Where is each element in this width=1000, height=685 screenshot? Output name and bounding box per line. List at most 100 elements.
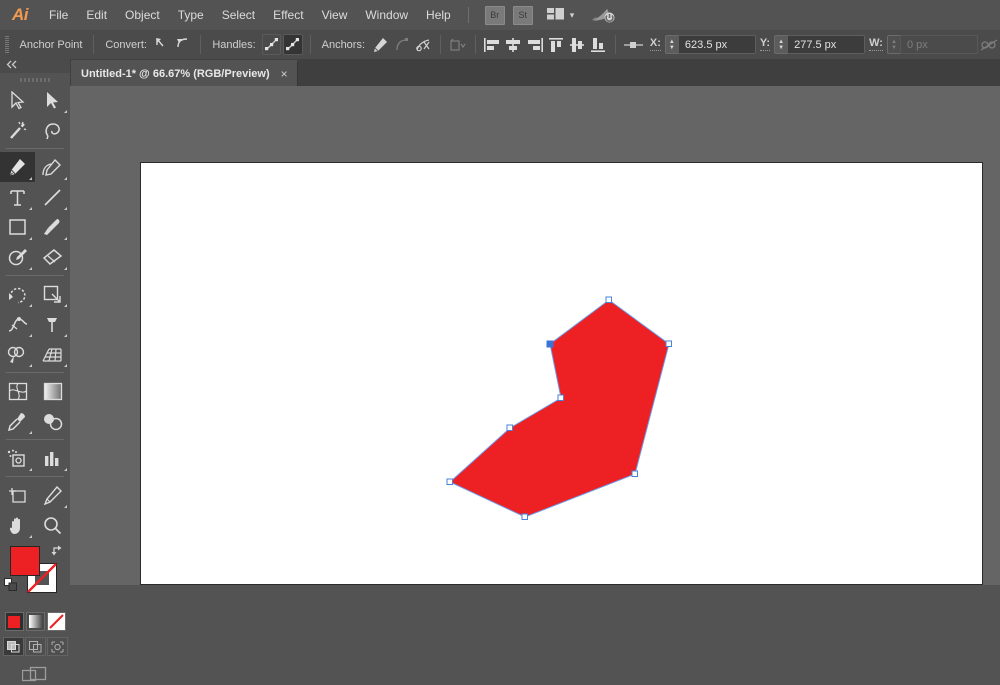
eraser-tool[interactable] xyxy=(35,242,70,272)
screen-mode-button[interactable] xyxy=(0,666,70,685)
magic-wand-tool[interactable] xyxy=(0,115,35,145)
transform-handle-icon xyxy=(623,34,645,55)
align-center-horizontal-button[interactable] xyxy=(504,34,523,55)
width-tool[interactable] xyxy=(0,309,35,339)
y-coordinate-group[interactable]: Y: ▲▼ 277.5 px xyxy=(760,35,865,54)
column-graph-tool[interactable] xyxy=(35,443,70,473)
hand-tool[interactable] xyxy=(0,510,35,540)
curvature-tool[interactable] xyxy=(35,152,70,182)
line-segment-tool[interactable] xyxy=(35,182,70,212)
mesh-tool[interactable] xyxy=(0,376,35,406)
menu-file[interactable]: File xyxy=(40,0,77,30)
collapse-panel-icon[interactable] xyxy=(6,60,18,72)
link-dimensions-toggle[interactable] xyxy=(979,34,999,55)
width-input: 0 px xyxy=(900,35,978,54)
lasso-tool[interactable] xyxy=(35,115,70,145)
blend-tool[interactable] xyxy=(35,406,70,436)
anchor-point[interactable] xyxy=(666,341,672,347)
canvas-area[interactable] xyxy=(70,86,1000,585)
drawing-mode-buttons xyxy=(0,637,70,656)
isolate-selected-object-button[interactable] xyxy=(448,34,468,55)
tool-flyout-indicator xyxy=(64,364,67,367)
control-bar-grip[interactable] xyxy=(5,36,9,53)
anchor-point[interactable] xyxy=(522,514,528,520)
perspective-grid-tool[interactable] xyxy=(35,339,70,369)
align-bottom-button[interactable] xyxy=(589,34,608,55)
direct-selection-tool[interactable] xyxy=(35,85,70,115)
tool-flyout-indicator xyxy=(29,364,32,367)
pen-tool[interactable] xyxy=(0,152,35,182)
align-right-button[interactable] xyxy=(525,34,544,55)
menu-help[interactable]: Help xyxy=(417,0,460,30)
y-coordinate-input[interactable]: 277.5 px xyxy=(787,35,865,54)
menu-effect[interactable]: Effect xyxy=(264,0,312,30)
gradient-tool[interactable] xyxy=(35,376,70,406)
tools-panel-header[interactable] xyxy=(0,59,70,73)
swap-fill-stroke-icon[interactable] xyxy=(50,544,64,561)
scale-tool[interactable] xyxy=(35,279,70,309)
color-button[interactable] xyxy=(5,612,24,631)
width-group[interactable]: W: ▲▼ 0 px xyxy=(869,35,978,54)
paintbrush-tool[interactable] xyxy=(35,212,70,242)
rotate-tool[interactable] xyxy=(0,279,35,309)
show-handles-button[interactable] xyxy=(262,34,282,55)
draw-inside-button[interactable] xyxy=(47,637,68,656)
shape-builder-tool[interactable] xyxy=(0,339,35,369)
cut-path-button[interactable] xyxy=(414,34,433,55)
slice-tool[interactable] xyxy=(35,480,70,510)
artwork-layer[interactable] xyxy=(70,86,1000,585)
zoom-tool[interactable] xyxy=(35,510,70,540)
fill-color-swatch[interactable] xyxy=(10,546,40,576)
anchor-point[interactable] xyxy=(632,471,638,477)
y-stepper[interactable]: ▲▼ xyxy=(774,35,787,54)
align-center-vertical-button[interactable] xyxy=(568,34,587,55)
convert-to-corner-button[interactable] xyxy=(153,34,172,55)
type-tool[interactable] xyxy=(0,182,35,212)
rocket-launch-button[interactable] xyxy=(590,6,616,24)
red-polygon-path[interactable] xyxy=(450,300,669,517)
bridge-button[interactable]: Br xyxy=(485,6,505,25)
menu-object[interactable]: Object xyxy=(116,0,169,30)
menu-type[interactable]: Type xyxy=(169,0,213,30)
gradient-button[interactable] xyxy=(26,612,45,631)
default-fill-stroke-icon[interactable] xyxy=(4,578,18,595)
anchors-label: Anchors: xyxy=(317,39,370,51)
x-coordinate-input[interactable]: 623.5 px xyxy=(678,35,756,54)
anchor-point-selected[interactable] xyxy=(547,341,553,347)
stock-button[interactable]: St xyxy=(513,6,533,25)
hide-handles-button[interactable] xyxy=(283,34,303,55)
symbol-sprayer-tool[interactable] xyxy=(0,443,35,473)
menu-view[interactable]: View xyxy=(313,0,357,30)
menu-window[interactable]: Window xyxy=(356,0,417,30)
shaper-tool[interactable] xyxy=(0,242,35,272)
none-button[interactable] xyxy=(47,612,66,631)
tool-flyout-indicator xyxy=(64,110,67,113)
width-stepper: ▲▼ xyxy=(887,35,900,54)
selection-tool[interactable] xyxy=(0,85,35,115)
menu-select[interactable]: Select xyxy=(213,0,264,30)
tools-panel-grip[interactable] xyxy=(20,78,50,82)
eyedropper-tool[interactable] xyxy=(0,406,35,436)
menu-divider xyxy=(468,7,469,23)
align-left-button[interactable] xyxy=(483,34,502,55)
menu-edit[interactable]: Edit xyxy=(77,0,116,30)
draw-behind-button[interactable] xyxy=(25,637,46,656)
free-transform-tool[interactable] xyxy=(35,309,70,339)
illustrator-window: Ai File Edit Object Type Select Effect V… xyxy=(0,0,1000,585)
artboard-tool[interactable] xyxy=(0,480,35,510)
anchor-point[interactable] xyxy=(507,425,513,431)
workspace-switcher[interactable]: ▾ xyxy=(547,8,575,23)
x-stepper[interactable]: ▲▼ xyxy=(665,35,678,54)
document-tab[interactable]: Untitled-1* @ 66.67% (RGB/Preview) × xyxy=(70,60,298,86)
anchor-point[interactable] xyxy=(558,395,564,401)
x-coordinate-group[interactable]: X: ▲▼ 623.5 px xyxy=(650,35,756,54)
close-icon[interactable]: × xyxy=(281,69,288,79)
draw-normal-button[interactable] xyxy=(3,637,24,656)
remove-anchor-button[interactable] xyxy=(371,34,390,55)
rectangle-tool[interactable] xyxy=(0,212,35,242)
anchor-point[interactable] xyxy=(447,479,453,485)
anchor-point[interactable] xyxy=(606,297,612,303)
convert-to-smooth-button[interactable] xyxy=(174,34,193,55)
align-top-button[interactable] xyxy=(546,34,565,55)
connect-anchors-button[interactable] xyxy=(392,34,411,55)
